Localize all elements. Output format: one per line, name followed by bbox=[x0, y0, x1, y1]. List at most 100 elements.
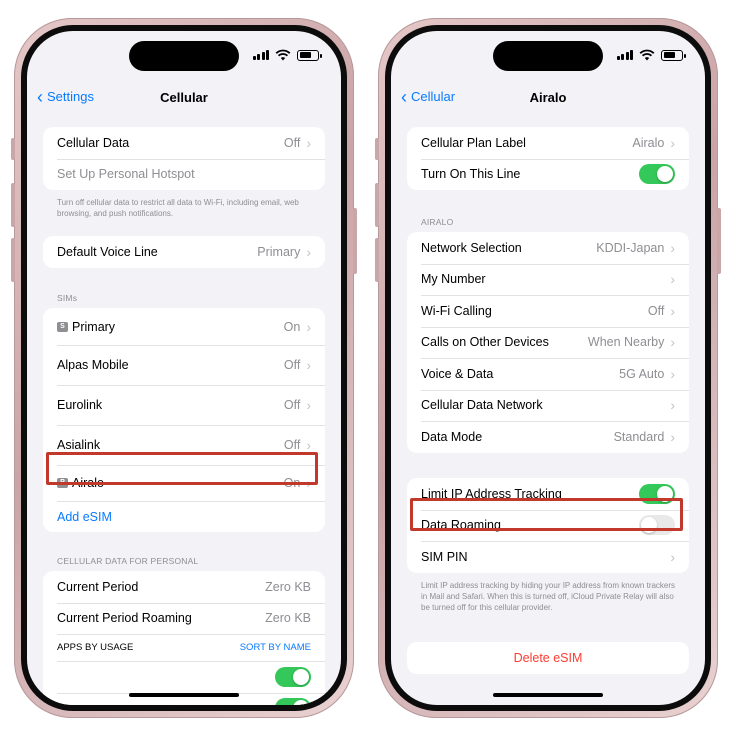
cellular-plan-label-row[interactable]: Cellular Plan Label Airalo › bbox=[407, 127, 689, 159]
row-label: Default Voice Line bbox=[57, 244, 158, 259]
side-button bbox=[717, 208, 721, 274]
row-label: Cellular Data Network bbox=[421, 398, 543, 413]
row-label: Primary bbox=[72, 319, 116, 334]
network-selection-row[interactable]: Network Selection KDDI-Japan › bbox=[407, 232, 689, 264]
action-button bbox=[11, 138, 15, 160]
row-label: Turn On This Line bbox=[421, 167, 521, 182]
cellular-data-row[interactable]: Cellular Data Off › bbox=[43, 127, 325, 159]
sims-group: S Primary On › Alpas Mobile Off › Euroli… bbox=[43, 308, 325, 532]
wifi-calling-row[interactable]: Wi-Fi Calling Off › bbox=[407, 295, 689, 327]
usage-group: Current Period Zero KB Current Period Ro… bbox=[43, 571, 325, 705]
chevron-right-icon: › bbox=[670, 302, 675, 319]
row-value: Off bbox=[283, 358, 301, 372]
row-label: Set Up Personal Hotspot bbox=[57, 167, 195, 182]
sort-by-name-link[interactable]: SORT BY NAME bbox=[240, 642, 311, 653]
page-title: Cellular bbox=[160, 90, 208, 105]
delete-esim-button[interactable]: Delete eSIM bbox=[407, 642, 689, 674]
chevron-right-icon: › bbox=[306, 318, 311, 335]
sim-row-primary[interactable]: S Primary On › bbox=[43, 308, 325, 345]
chevron-right-icon: › bbox=[306, 397, 311, 413]
action-button bbox=[375, 138, 379, 160]
row-value: On bbox=[283, 319, 301, 334]
row-value: When Nearby bbox=[587, 335, 665, 350]
chevron-right-icon: › bbox=[306, 437, 311, 453]
volume-up-button bbox=[11, 183, 15, 227]
row-label: Voice & Data bbox=[421, 366, 494, 381]
chevron-right-icon: › bbox=[670, 428, 675, 445]
row-label: Current Period bbox=[57, 579, 139, 594]
chevron-right-icon: › bbox=[670, 365, 675, 382]
plan-group: Cellular Plan Label Airalo › Turn On Thi… bbox=[407, 127, 689, 190]
row-label: Asialink bbox=[57, 438, 101, 452]
voice-data-row[interactable]: Voice & Data 5G Auto › bbox=[407, 358, 689, 390]
chevron-right-icon: › bbox=[670, 134, 675, 151]
turn-on-line-row: Turn On This Line bbox=[407, 158, 689, 191]
row-value: Off bbox=[283, 398, 301, 412]
chevron-right-icon: › bbox=[670, 271, 675, 288]
dynamic-island bbox=[493, 41, 603, 71]
app-cellular-toggle[interactable] bbox=[275, 666, 311, 687]
volume-down-button bbox=[11, 238, 15, 282]
row-value: 5G Auto bbox=[619, 366, 665, 381]
phone-frame-right: ‹ Cellular Airalo Cellular Plan Label Ai… bbox=[375, 18, 721, 718]
row-label: Alpas Mobile bbox=[57, 358, 129, 372]
delete-group: Delete eSIM bbox=[407, 642, 689, 674]
row-value: Airalo bbox=[632, 135, 665, 150]
turn-on-line-toggle[interactable] bbox=[639, 164, 675, 185]
app-cellular-toggle[interactable] bbox=[275, 698, 311, 705]
add-esim-row[interactable]: Add eSIM bbox=[43, 501, 325, 532]
row-label: Cellular Plan Label bbox=[421, 135, 526, 150]
battery-icon bbox=[661, 49, 686, 61]
chevron-right-icon: › bbox=[670, 334, 675, 351]
sim-tag-icon: S bbox=[57, 321, 68, 332]
sim-row-alpas-mobile[interactable]: Alpas Mobile Off › bbox=[43, 345, 325, 385]
row-label: Data Mode bbox=[421, 429, 483, 444]
chevron-right-icon: › bbox=[306, 243, 311, 260]
app-row bbox=[43, 661, 325, 693]
row-label: Network Selection bbox=[421, 240, 522, 255]
nav-bar: ‹ Settings Cellular bbox=[27, 87, 341, 111]
sim-row-eurolink[interactable]: Eurolink Off › bbox=[43, 385, 325, 425]
my-number-row[interactable]: My Number › bbox=[407, 263, 689, 296]
airalo-screen: ‹ Cellular Airalo Cellular Plan Label Ai… bbox=[391, 31, 705, 705]
home-indicator bbox=[129, 693, 239, 697]
default-voice-line-row[interactable]: Default Voice Line Primary › bbox=[43, 236, 325, 268]
side-button bbox=[353, 208, 357, 274]
privacy-footnote: Limit IP address tracking by hiding your… bbox=[421, 581, 676, 612]
usage-header: CELLULAR DATA FOR PERSONAL bbox=[57, 556, 199, 566]
signal-icon bbox=[252, 50, 269, 60]
status-bar bbox=[252, 49, 322, 61]
chevron-right-icon: › bbox=[670, 239, 675, 256]
data-mode-row[interactable]: Data Mode Standard › bbox=[407, 421, 689, 453]
row-label: Cellular Data bbox=[57, 135, 130, 150]
current-period-row: Current Period Zero KB bbox=[43, 571, 325, 603]
chevron-right-icon: › bbox=[670, 397, 675, 414]
row-label: My Number bbox=[421, 272, 486, 287]
page-title: Airalo bbox=[529, 90, 567, 105]
phone-frame-left: ‹ Settings Cellular Cellular Data Off › … bbox=[11, 18, 357, 718]
add-esim-link[interactable]: Add eSIM bbox=[57, 510, 112, 524]
row-value: Zero KB bbox=[265, 611, 311, 626]
airalo-sim-highlight bbox=[46, 452, 318, 485]
row-value: Standard bbox=[613, 429, 665, 444]
wifi-icon bbox=[275, 49, 291, 61]
dynamic-island bbox=[129, 41, 239, 71]
row-value: KDDI-Japan bbox=[596, 240, 665, 255]
home-indicator bbox=[493, 693, 603, 697]
row-value: Off bbox=[647, 303, 665, 318]
personal-hotspot-row[interactable]: Set Up Personal Hotspot bbox=[43, 158, 325, 191]
signal-icon bbox=[616, 50, 633, 60]
sims-header: SIMs bbox=[57, 293, 78, 303]
sim-pin-row[interactable]: SIM PIN › bbox=[407, 541, 689, 573]
row-label: Wi-Fi Calling bbox=[421, 303, 492, 318]
cellular-screen: ‹ Settings Cellular Cellular Data Off › … bbox=[27, 31, 341, 705]
row-label: Eurolink bbox=[57, 398, 103, 412]
airalo-settings-group: Network Selection KDDI-Japan › My Number… bbox=[407, 232, 689, 453]
status-bar bbox=[616, 49, 686, 61]
apps-by-usage-label: APPS BY USAGE bbox=[57, 642, 134, 653]
row-label: SIM PIN bbox=[421, 549, 468, 564]
row-label: Current Period Roaming bbox=[57, 611, 192, 626]
calls-other-devices-row[interactable]: Calls on Other Devices When Nearby › bbox=[407, 326, 689, 359]
chevron-right-icon: › bbox=[306, 134, 311, 151]
cellular-data-network-row[interactable]: Cellular Data Network › bbox=[407, 389, 689, 422]
